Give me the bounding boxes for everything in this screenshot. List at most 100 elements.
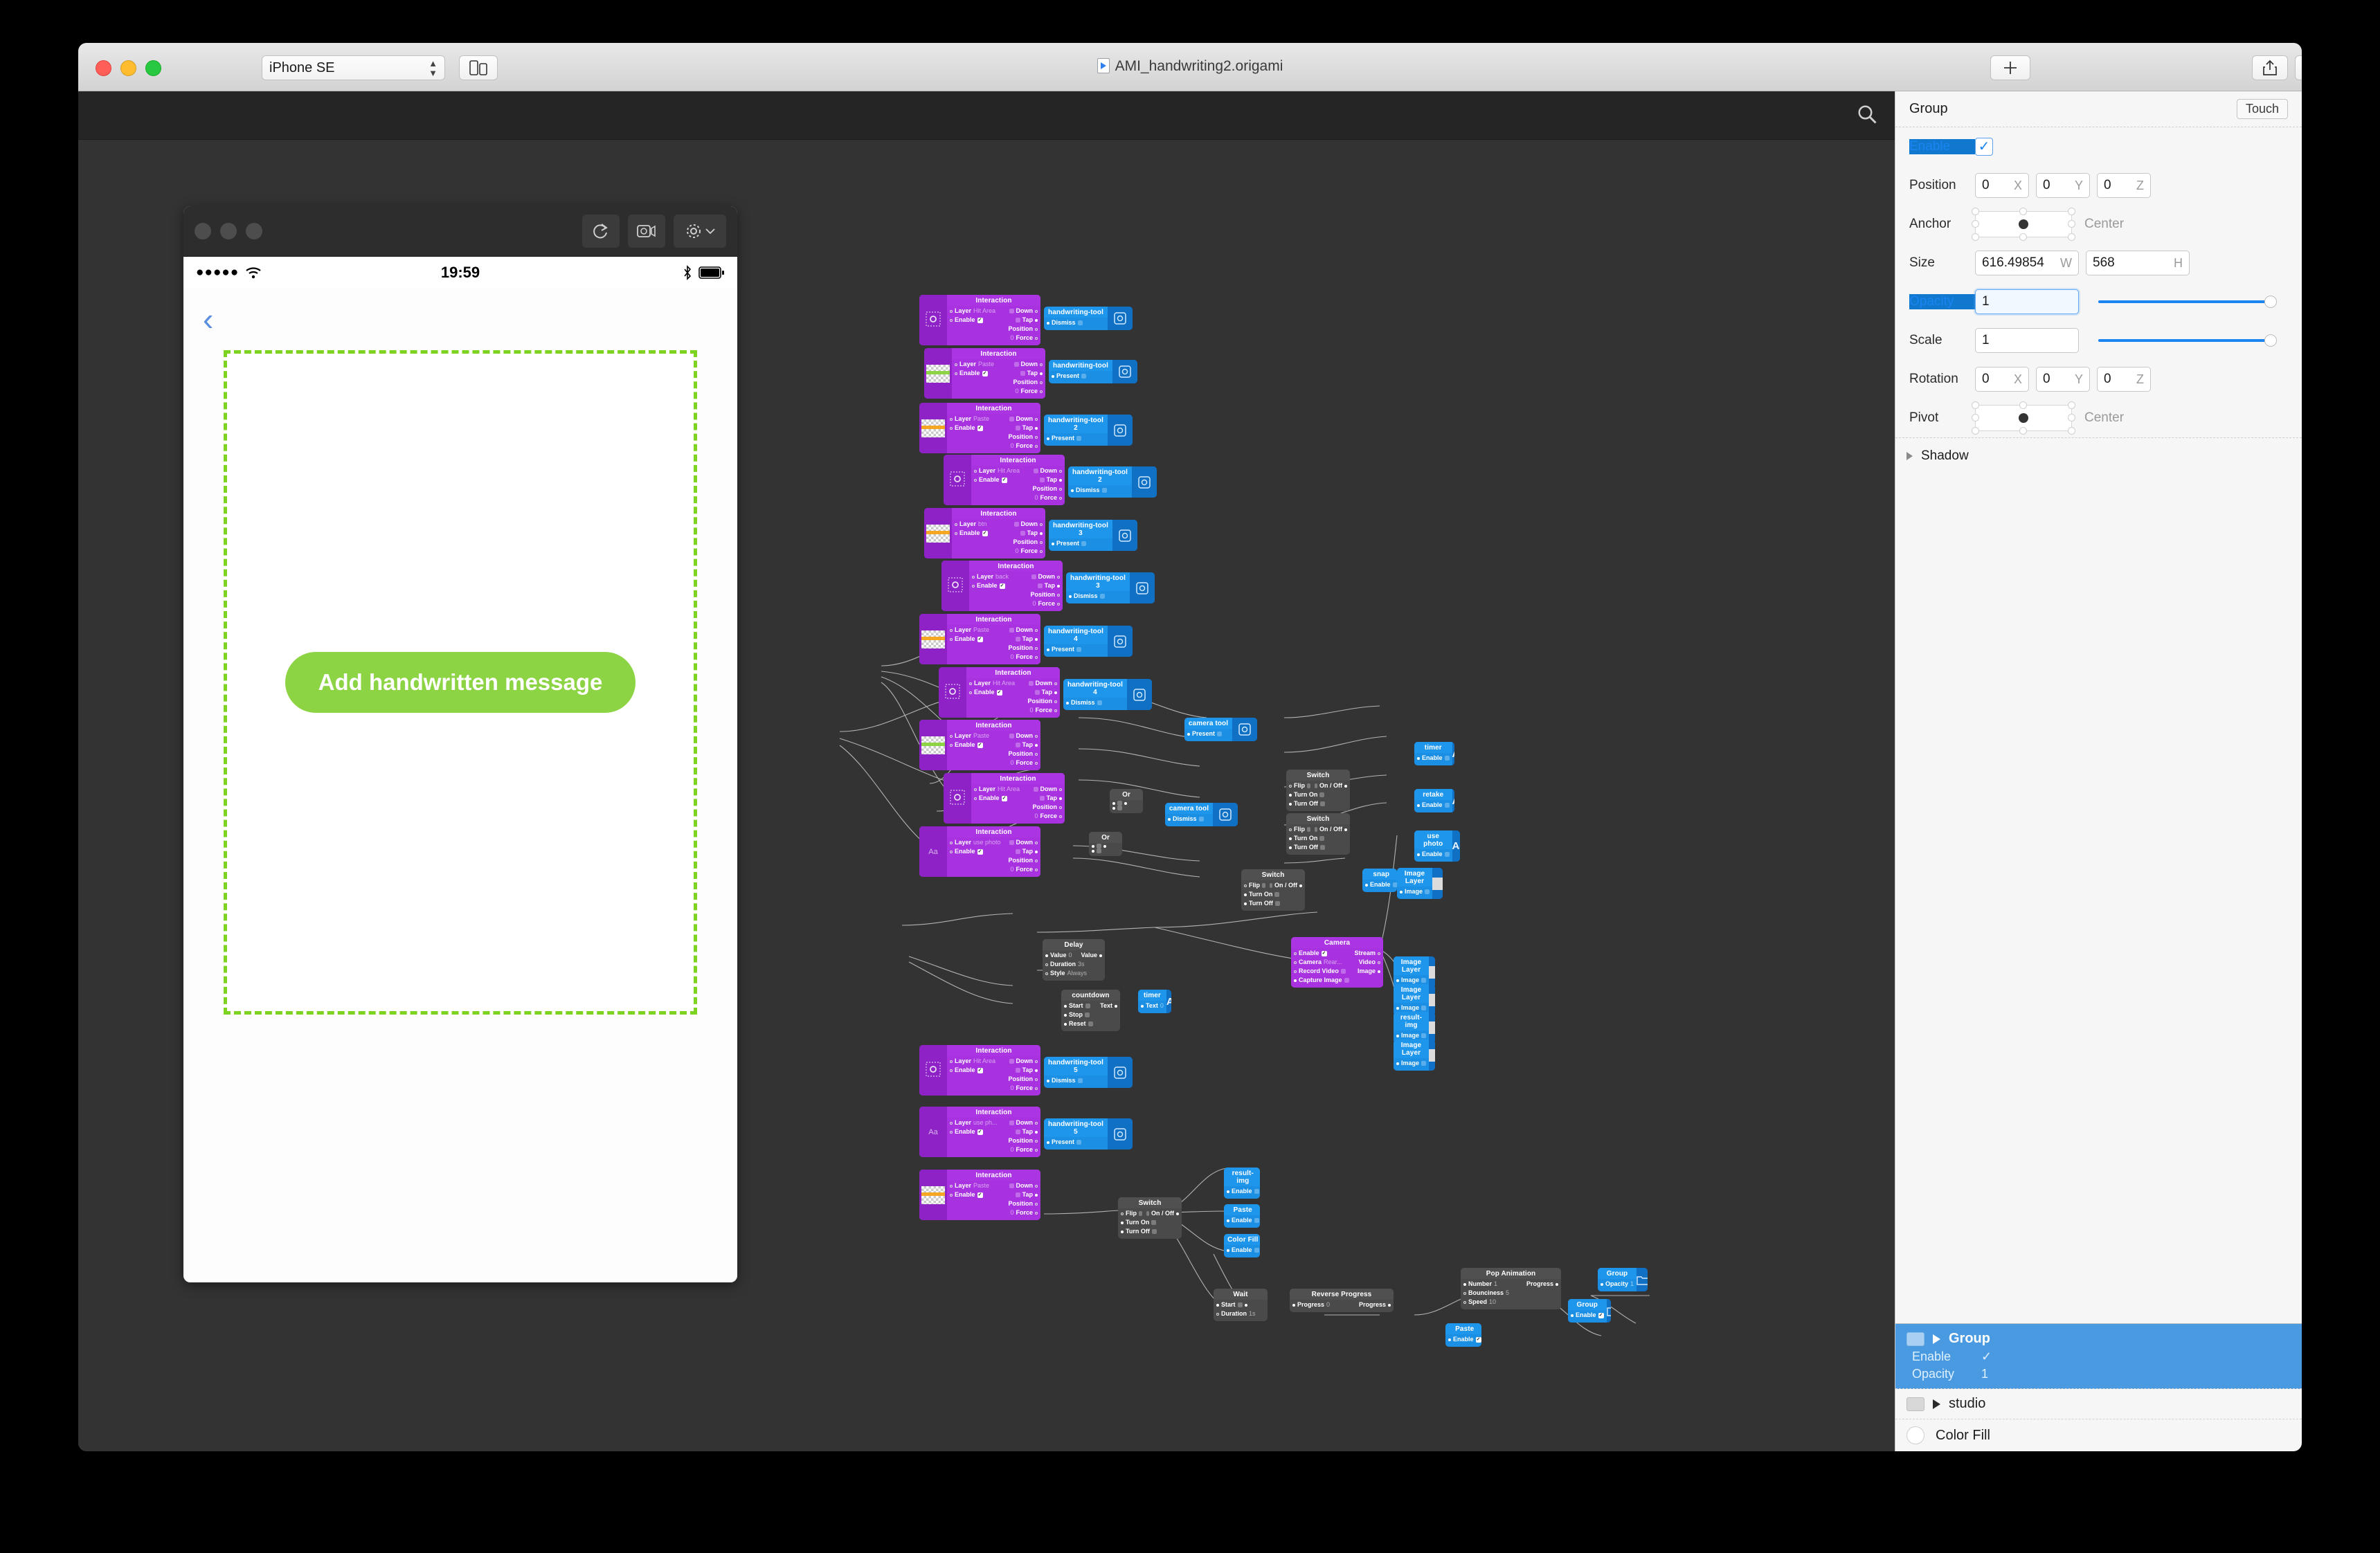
add-handwritten-message-button[interactable]: Add handwritten message xyxy=(285,652,636,713)
value-box[interactable] xyxy=(1034,469,1038,473)
value-box[interactable] xyxy=(1088,1021,1093,1026)
checkbox[interactable]: ✓ xyxy=(977,426,983,431)
view-mode-button[interactable] xyxy=(2295,55,2302,80)
value-box[interactable] xyxy=(1445,756,1450,761)
color-swatch[interactable] xyxy=(1906,1426,1924,1444)
value-box[interactable] xyxy=(1315,827,1318,832)
value-box[interactable] xyxy=(1016,637,1020,642)
value-box[interactable] xyxy=(1016,1192,1020,1197)
value-box[interactable] xyxy=(1097,844,1101,848)
value-box[interactable] xyxy=(1040,796,1045,801)
value-box[interactable] xyxy=(1014,522,1019,527)
value-box[interactable] xyxy=(1238,1302,1243,1307)
value-box[interactable] xyxy=(1217,732,1222,736)
value-box[interactable] xyxy=(1102,488,1107,493)
value-box[interactable] xyxy=(1100,594,1105,599)
enable-checkbox[interactable]: ✓ xyxy=(1975,138,1993,156)
value-box[interactable] xyxy=(1254,1248,1259,1253)
simulator-close-button[interactable] xyxy=(195,223,211,239)
value-box[interactable] xyxy=(1009,1059,1014,1064)
checkbox[interactable]: ✓ xyxy=(997,690,1002,696)
value-box[interactable] xyxy=(1117,801,1122,806)
value-box[interactable] xyxy=(1076,436,1081,441)
value-box[interactable] xyxy=(1445,803,1450,808)
shadow-disclosure[interactable]: Shadow xyxy=(1895,437,2302,473)
value-box[interactable] xyxy=(1151,1220,1156,1225)
value-box[interactable] xyxy=(1016,426,1020,430)
value-box[interactable] xyxy=(1031,574,1036,579)
value-box[interactable] xyxy=(1421,978,1426,983)
value-box[interactable] xyxy=(1081,541,1086,546)
checkbox[interactable]: ✓ xyxy=(1322,951,1327,956)
value-box[interactable] xyxy=(1393,882,1397,887)
value-box[interactable] xyxy=(1034,787,1038,792)
value-box[interactable] xyxy=(1254,1218,1259,1223)
value-box[interactable] xyxy=(1097,700,1102,705)
size-width-field[interactable]: 616.49854 W xyxy=(1975,251,2079,275)
value-box[interactable] xyxy=(1152,1229,1157,1234)
rotation-x-field[interactable]: 0 X xyxy=(1975,367,2029,392)
position-z-field[interactable]: 0 Z xyxy=(2097,173,2151,198)
value-box[interactable] xyxy=(1016,743,1020,747)
value-box[interactable] xyxy=(1421,1006,1426,1010)
scale-field[interactable]: 1 xyxy=(1975,328,2079,353)
disclosure-triangle-icon[interactable] xyxy=(1933,1399,1940,1409)
value-box[interactable] xyxy=(1262,883,1265,888)
value-box[interactable] xyxy=(1009,417,1014,421)
value-box[interactable] xyxy=(1425,889,1430,894)
value-box[interactable] xyxy=(1014,362,1019,367)
reload-button[interactable] xyxy=(582,215,620,248)
simulator-maximize-button[interactable] xyxy=(246,223,262,239)
checkbox[interactable]: ✓ xyxy=(977,637,983,642)
value-box[interactable] xyxy=(1078,320,1083,325)
value-box[interactable] xyxy=(1009,1120,1014,1125)
value-box[interactable] xyxy=(1319,792,1324,797)
value-box[interactable] xyxy=(1009,309,1014,314)
checkbox[interactable]: ✓ xyxy=(977,743,983,748)
layer-row-color-fill[interactable]: Color Fill xyxy=(1895,1419,2302,1451)
checkbox[interactable]: ✓ xyxy=(977,849,983,855)
record-button[interactable] xyxy=(628,215,665,248)
checkbox[interactable]: ✓ xyxy=(1002,478,1007,483)
checkbox[interactable]: ✓ xyxy=(977,1068,983,1073)
share-button[interactable] xyxy=(2252,55,2288,80)
value-box[interactable] xyxy=(1307,827,1310,832)
value-box[interactable] xyxy=(1076,1140,1081,1145)
value-box[interactable] xyxy=(1029,681,1034,686)
search-icon[interactable] xyxy=(1857,104,1877,125)
value-box[interactable] xyxy=(1009,1183,1014,1188)
value-box[interactable] xyxy=(1035,690,1040,695)
value-box[interactable] xyxy=(1020,531,1025,536)
touch-button[interactable]: Touch xyxy=(2237,99,2288,119)
anchor-grid[interactable] xyxy=(1975,211,2072,237)
disclosure-triangle-icon[interactable] xyxy=(1933,1334,1940,1344)
value-box[interactable] xyxy=(1117,806,1122,810)
checkbox[interactable]: ✓ xyxy=(977,1192,983,1198)
value-box[interactable] xyxy=(1275,901,1280,906)
checkbox[interactable]: ✓ xyxy=(1598,1313,1604,1318)
value-box[interactable] xyxy=(1016,849,1020,854)
back-chevron-icon[interactable]: ‹ xyxy=(203,303,213,335)
add-button[interactable] xyxy=(1990,55,2030,80)
value-box[interactable] xyxy=(1009,734,1014,738)
value-box[interactable] xyxy=(1341,969,1346,974)
value-box[interactable] xyxy=(1421,1033,1426,1038)
value-box[interactable] xyxy=(1139,1211,1142,1216)
value-box[interactable] xyxy=(1016,1129,1020,1134)
value-box[interactable] xyxy=(1085,1003,1090,1008)
value-box[interactable] xyxy=(1009,628,1014,633)
value-box[interactable] xyxy=(1199,817,1204,821)
value-box[interactable] xyxy=(1421,1061,1426,1066)
value-box[interactable] xyxy=(1076,647,1081,652)
position-x-field[interactable]: 0 X xyxy=(1975,173,2029,198)
value-box[interactable] xyxy=(1040,478,1045,482)
value-box[interactable] xyxy=(1319,836,1324,841)
rotation-y-field[interactable]: 0 Y xyxy=(2036,367,2090,392)
checkbox[interactable]: ✓ xyxy=(977,1129,983,1135)
checkbox[interactable]: ✓ xyxy=(982,371,988,376)
checkbox[interactable]: ✓ xyxy=(982,531,988,536)
rotation-z-field[interactable]: 0 Z xyxy=(2097,367,2151,392)
value-box[interactable] xyxy=(1085,1012,1090,1017)
checkbox[interactable]: ✓ xyxy=(977,318,983,323)
value-box[interactable] xyxy=(1320,801,1325,806)
